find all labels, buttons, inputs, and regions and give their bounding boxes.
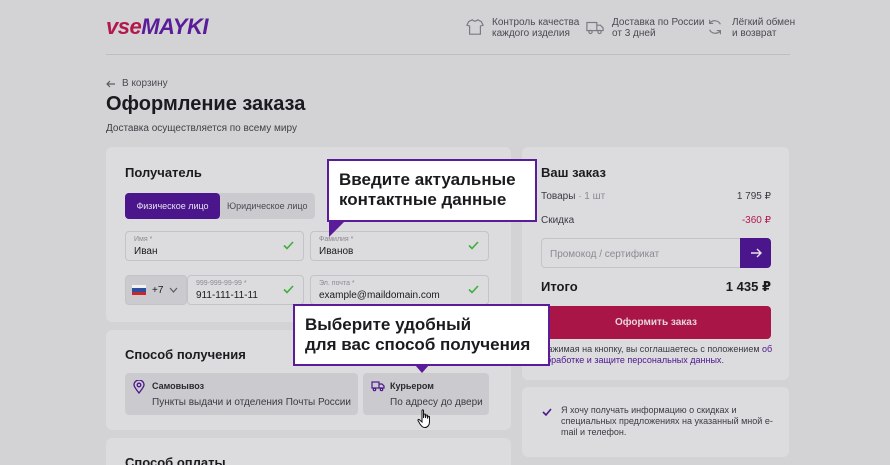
feature-exchange-line1: Лёгкий обмен xyxy=(732,17,796,28)
tooltip-contact-line2: контактные данные xyxy=(339,190,507,209)
back-to-cart-label: В корзину xyxy=(122,78,168,89)
goods-price: 1 795 ₽ xyxy=(736,191,771,202)
discount-label: Скидка xyxy=(541,215,575,226)
pickup-title: Самовывоз xyxy=(152,381,205,391)
country-code-select[interactable]: +7 xyxy=(125,275,187,305)
site-logo[interactable]: vseMAYKI xyxy=(106,14,208,40)
tooltip-contact-line1: Введите актуальные xyxy=(339,170,516,189)
email-field[interactable]: Эл. почта * example@maildomain.com xyxy=(310,275,489,305)
truck-icon xyxy=(586,21,604,35)
feature-delivery-line1: Доставка по России xyxy=(612,17,705,28)
arrow-left-icon xyxy=(106,80,115,87)
tooltip-tail xyxy=(415,365,429,373)
first-name-value: Иван xyxy=(134,246,158,257)
promo-apply-button[interactable] xyxy=(740,238,771,268)
discount-value: -360 ₽ xyxy=(741,215,771,226)
optin-text: Я хочу получать информацию о скидках и с… xyxy=(561,405,773,437)
feature-delivery: Доставка по России от 3 дней xyxy=(586,17,704,39)
tooltip-delivery-line2: для вас способ получения xyxy=(305,335,531,354)
feature-exchange-line2: и возврат xyxy=(732,28,777,39)
goods-qty: · 1 шт xyxy=(578,191,606,202)
marketing-optin: Я хочу получать информацию о скидках и с… xyxy=(541,405,773,438)
tab-legal-entity[interactable]: Юридическое лицо xyxy=(220,193,315,219)
feature-exchange: Лёгкий обмен и возврат xyxy=(706,17,795,39)
discount-row: Скидка -360 ₽ xyxy=(541,215,771,226)
back-to-cart-link[interactable]: В корзину xyxy=(106,78,168,89)
tooltip-delivery-method: Выберите удобный для вас способ получени… xyxy=(293,304,550,373)
feature-delivery-line2: от 3 дней xyxy=(612,28,656,39)
check-icon xyxy=(283,285,294,294)
first-name-label: Имя * xyxy=(134,236,153,243)
tshirt-icon xyxy=(466,19,484,35)
goods-label: Товары xyxy=(541,191,576,202)
total-label: Итого xyxy=(541,279,578,294)
total-row: Итого 1 435 ₽ xyxy=(541,279,771,295)
last-name-label: Фамилия * xyxy=(319,236,354,243)
terms-end: . xyxy=(721,355,724,365)
delivery-title: Способ получения xyxy=(125,347,246,362)
feature-quality-line2: каждого изделия xyxy=(492,28,570,39)
terms-prefix: Нажимая на кнопку, вы соглашаетесь с пол… xyxy=(541,344,763,354)
check-icon xyxy=(468,285,479,294)
promo-code-input[interactable]: Промокод / сертификат xyxy=(541,238,740,268)
recipient-title: Получатель xyxy=(125,165,202,180)
tooltip-contact-data: Введите актуальные контактные данные xyxy=(327,159,537,237)
header-divider xyxy=(106,54,790,55)
first-name-field[interactable]: Имя * Иван xyxy=(125,231,304,261)
payment-title: Способ оплаты xyxy=(125,455,226,465)
delivery-option-pickup[interactable]: Самовывоз Пункты выдачи и отделения Почт… xyxy=(125,373,358,415)
feature-quality-line1: Контроль качества xyxy=(492,17,580,28)
tooltip-delivery-line1: Выберите удобный xyxy=(305,315,472,334)
courier-title: Курьером xyxy=(390,381,434,391)
page-subtitle: Доставка осуществляется по всему миру xyxy=(106,123,297,134)
total-value: 1 435 ₽ xyxy=(725,279,771,294)
email-value: example@maildomain.com xyxy=(319,290,440,301)
check-icon xyxy=(468,241,479,250)
check-icon xyxy=(283,241,294,250)
truck-icon xyxy=(371,381,385,392)
email-label: Эл. почта * xyxy=(319,280,355,287)
site-header: vseMAYKI Контроль качества каждого издели… xyxy=(0,0,890,55)
page-title: Оформление заказа xyxy=(106,93,306,115)
submit-order-button[interactable]: Оформить заказ xyxy=(541,306,771,339)
phone-value: 911-111-11-11 xyxy=(196,290,258,301)
pickup-desc: Пункты выдачи и отделения Почты России xyxy=(152,397,351,408)
courier-desc: По адресу до двери xyxy=(390,397,483,408)
order-title: Ваш заказ xyxy=(541,165,606,180)
logo-part-vse: vse xyxy=(106,14,142,39)
hand-cursor-icon xyxy=(417,409,430,429)
map-pin-icon xyxy=(133,380,145,394)
goods-row: Товары · 1 шт 1 795 ₽ xyxy=(541,191,771,202)
feature-quality: Контроль качества каждого изделия xyxy=(466,17,579,39)
tab-individual[interactable]: Физическое лицо xyxy=(125,193,220,219)
phone-field[interactable]: 999-999-99-99 * 911-111-11-11 xyxy=(187,275,304,305)
country-code-value: +7 xyxy=(152,284,164,296)
refresh-icon xyxy=(709,19,721,35)
logo-part-mayki: MAYKI xyxy=(141,14,208,39)
arrow-right-icon xyxy=(750,248,762,258)
optin-checkbox[interactable] xyxy=(541,406,553,418)
terms-text: Нажимая на кнопку, вы соглашаетесь с пол… xyxy=(541,344,773,366)
customer-type-toggle: Физическое лицо Юридическое лицо xyxy=(125,193,315,219)
russia-flag-icon xyxy=(132,285,146,295)
last-name-value: Иванов xyxy=(319,246,354,257)
phone-label: 999-999-99-99 * xyxy=(196,280,247,287)
chevron-down-icon xyxy=(169,287,178,293)
tooltip-tail xyxy=(329,222,344,237)
